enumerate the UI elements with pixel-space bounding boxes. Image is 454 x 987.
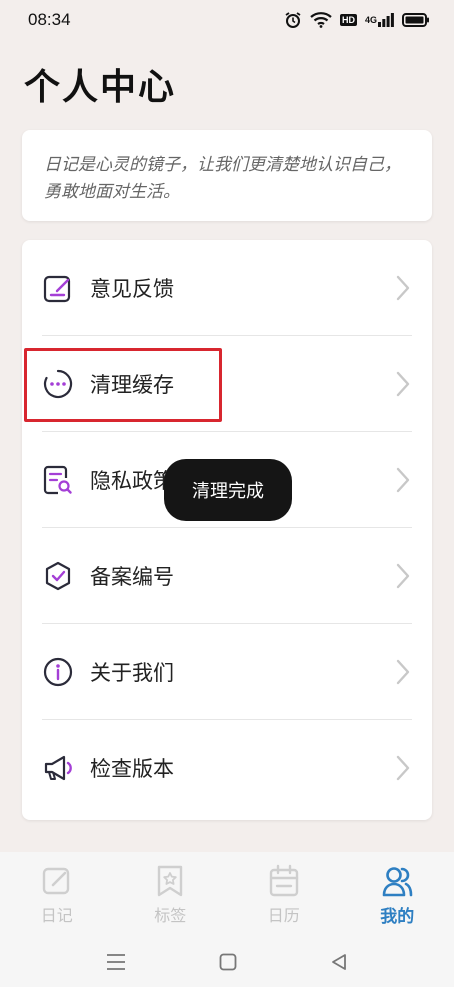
status-icons: HD 4G [284,11,430,29]
chevron-right-icon [396,563,410,589]
record-number-icon [42,560,74,592]
menu-item-label: 意见反馈 [90,277,174,301]
about-us-icon [42,656,74,688]
tag-icon [154,864,186,898]
chevron-right-icon [396,755,410,781]
hd-icon: HD [339,14,357,26]
status-bar: 08:34 HD 4G [0,0,454,40]
quote-card: 日记是心灵的镜子，让我们更清楚地认识自己，勇敢地面对生活。 [22,130,432,221]
menu-item-label: 隐私政策 [90,469,174,493]
diary-icon [41,864,73,898]
menu-item-label: 清理缓存 [90,373,174,397]
tab-tag[interactable]: 标签 [114,852,228,936]
toast-text: 清理完成 [192,481,264,502]
tab-label: 标签 [154,906,187,925]
tab-label: 日记 [40,906,73,925]
home-icon[interactable] [219,953,237,971]
battery-icon [402,13,430,27]
page-title: 个人中心 [24,66,177,108]
back-icon[interactable] [330,953,348,971]
profile-icon [381,864,413,898]
clear-cache-icon [42,368,74,400]
menu-item-label: 关于我们 [90,661,174,685]
menu-item-record-number[interactable]: 备案编号 [22,528,432,624]
tab-label: 我的 [380,907,415,927]
menu-item-feedback[interactable]: 意见反馈 [22,240,432,336]
menu-item-label: 检查版本 [90,757,174,781]
check-version-icon [42,752,74,784]
menu-item-clear-cache[interactable]: 清理缓存 [22,336,432,432]
tab-calendar[interactable]: 日历 [227,852,341,936]
wifi-icon [310,12,332,28]
tab-diary[interactable]: 日记 [0,852,114,936]
feedback-icon [42,272,74,304]
chevron-right-icon [396,467,410,493]
bottom-tab-bar: 日记 标签 日历 我的 [0,852,454,936]
chevron-right-icon [396,275,410,301]
calendar-icon [268,864,300,898]
system-nav-bar [0,936,454,987]
status-time: 08:34 [28,10,71,29]
menu-icon[interactable] [106,953,126,971]
signal-4g-icon: 4G [365,13,394,27]
privacy-policy-icon [42,464,74,496]
toast-message: 清理完成 [164,459,292,521]
menu-item-label: 备案编号 [90,565,174,589]
quote-text: 日记是心灵的镜子，让我们更清楚地认识自己，勇敢地面对生活。 [44,155,401,202]
tab-profile[interactable]: 我的 [341,852,454,936]
chevron-right-icon [396,659,410,685]
menu-item-about-us[interactable]: 关于我们 [22,624,432,720]
settings-menu: 意见反馈 清理缓存 隐私政策 备案编号 关于我们 检查版本 [22,240,432,820]
tab-label: 日历 [267,906,300,925]
network-label: 4G [364,15,377,25]
menu-item-check-version[interactable]: 检查版本 [22,720,432,816]
alarm-icon [284,11,302,29]
chevron-right-icon [396,371,410,397]
